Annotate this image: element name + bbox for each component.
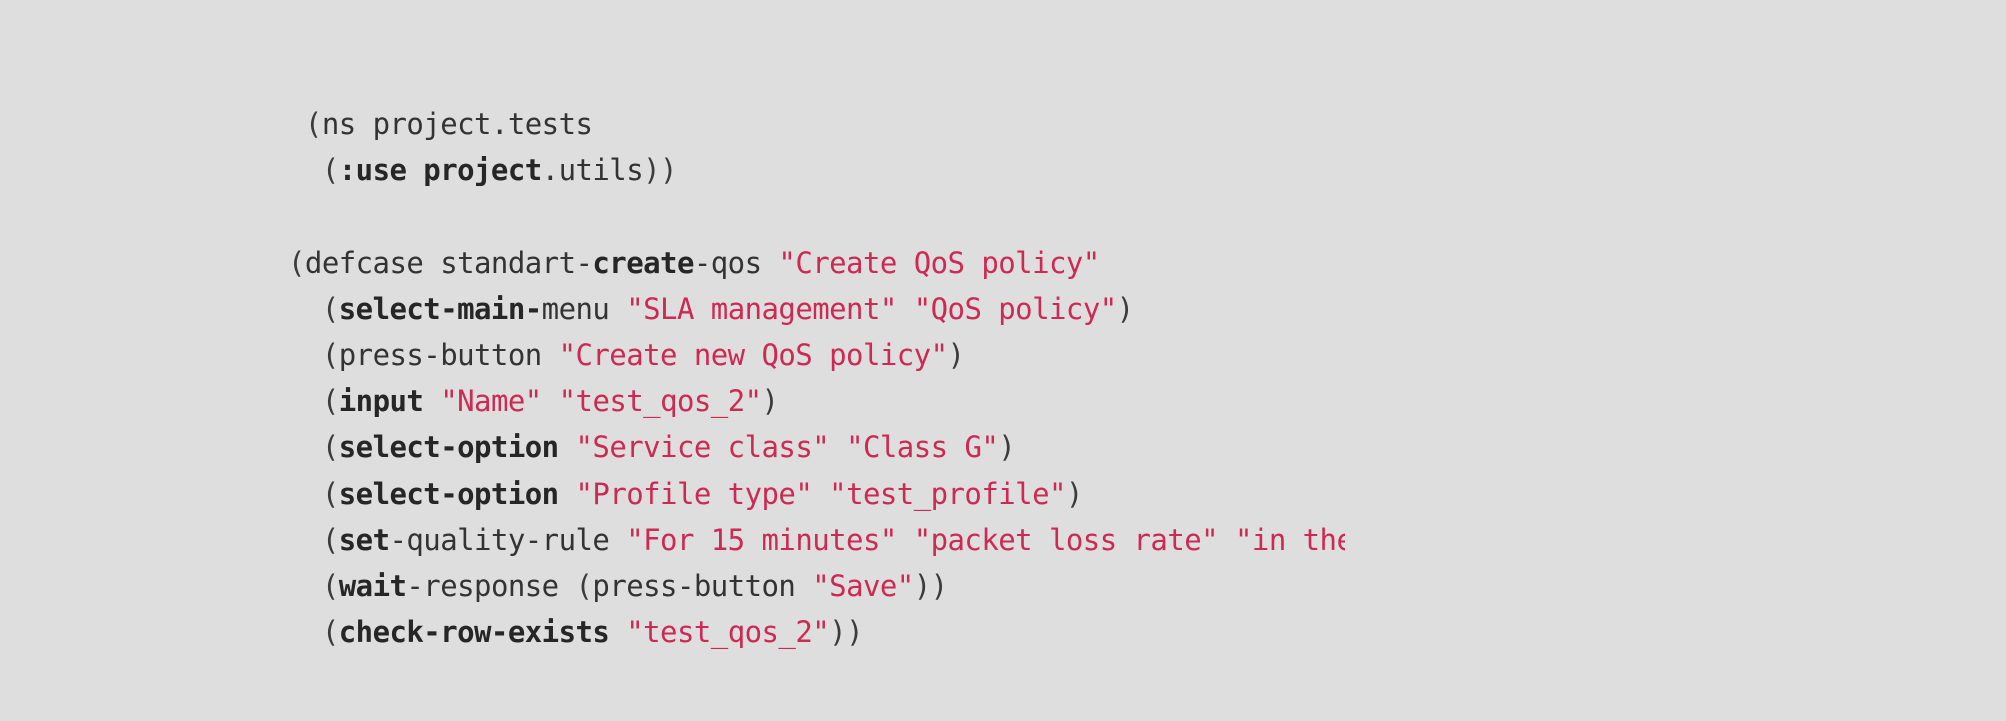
code-token-paren: )) (643, 153, 677, 188)
code-line: (ns project.tests (288, 101, 1345, 147)
code-token-string: "test_qos_2" (626, 615, 830, 650)
code-token-string: "For 15 minutes" (626, 522, 897, 557)
code-token-paren: ( (321, 291, 339, 326)
code-token-bold: select-option (338, 476, 559, 511)
code-token-plain: -quality-rule (389, 522, 627, 557)
code-line: (defcase standart-create-qos "Create QoS… (288, 240, 1345, 286)
code-token-string: "Save" (812, 568, 914, 603)
code-token-paren: ( (288, 245, 305, 280)
code-token-string: "test_qos_2" (558, 384, 762, 419)
code-token-paren: ) (761, 384, 779, 419)
code-surface: (ns project.tests (:use project.utils)) … (0, 0, 2006, 721)
code-token-string: "packet loss rate" (913, 522, 1219, 557)
code-token-paren: ( (321, 337, 339, 372)
code-token-plain: ns project.tests (321, 107, 593, 141)
code-token-string: "Service class" (575, 430, 830, 465)
code-token-plain: press-button (592, 568, 813, 603)
code-token-paren: )) (829, 615, 863, 650)
code-line: (select-option "Service class" "Class G"… (288, 424, 1345, 470)
code-token-paren: ( (575, 568, 593, 603)
code-line: (input "Name" "test_qos_2") (288, 378, 1345, 424)
code-token-paren: ) (998, 430, 1016, 465)
code-token-string: "SLA management" (626, 291, 897, 326)
code-line: (set-quality-rule "For 15 minutes" "pack… (288, 517, 1345, 563)
code-token-paren: ( (321, 522, 339, 557)
code-token-bold: select-option (338, 430, 559, 465)
code-token-bold: select-main- (338, 291, 542, 326)
code-token-bold: set (338, 522, 390, 557)
code-token-bold: create (592, 245, 694, 280)
code-line: (select-option "Profile type" "test_prof… (288, 471, 1345, 517)
code-line: (press-button "Create new QoS policy") (288, 332, 1345, 378)
code-token-string: "QoS policy" (913, 291, 1117, 326)
code-token-string: "Name" (440, 384, 542, 419)
code-token-paren: ( (321, 384, 339, 419)
code-token-string: "Create new QoS policy" (558, 337, 948, 372)
code-token-bold: check-row-exists (338, 615, 610, 650)
code-token-string: "in the forward direction" (1235, 522, 1345, 557)
code-block[interactable]: (ns project.tests (:use project.utils)) … (288, 101, 1345, 661)
code-token-bold: input (338, 384, 424, 419)
code-token-bold: wait (338, 568, 407, 603)
code-line: (select-main-menu "SLA management" "QoS … (288, 286, 1345, 332)
code-token-plain: defcase standart- (304, 245, 593, 280)
code-token-plain: menu (541, 291, 627, 326)
code-token-paren: ) (1116, 291, 1134, 326)
code-line: (check-row-exists "test_qos_2")) (288, 609, 1345, 655)
code-token-paren: ( (304, 107, 322, 141)
code-token-paren: ( (321, 430, 339, 465)
code-token-plain: .utils (541, 153, 644, 188)
code-line: (wait-response (press-button "Save")) (288, 563, 1345, 609)
code-token-string: "Create QoS policy" (778, 245, 1100, 280)
code-token-paren: ( (321, 153, 339, 188)
code-token-paren: ) (947, 337, 965, 372)
code-token-string: "Profile type" (575, 476, 813, 511)
code-line: (:use project.utils)) (288, 147, 1345, 193)
code-token-paren: )) (913, 568, 948, 603)
code-token-bold: :use project (338, 153, 542, 188)
code-token-paren: ) (1065, 476, 1083, 511)
code-token-paren: ( (321, 615, 339, 650)
code-token-paren: ( (321, 476, 339, 511)
code-token-string: "Class G" (846, 430, 999, 465)
code-token-paren: ( (321, 568, 339, 603)
code-token-plain: -qos (693, 245, 779, 280)
code-token-plain: -response (406, 568, 576, 603)
code-token-plain: press-button (338, 337, 559, 372)
code-token-string: "test_profile" (829, 476, 1066, 511)
